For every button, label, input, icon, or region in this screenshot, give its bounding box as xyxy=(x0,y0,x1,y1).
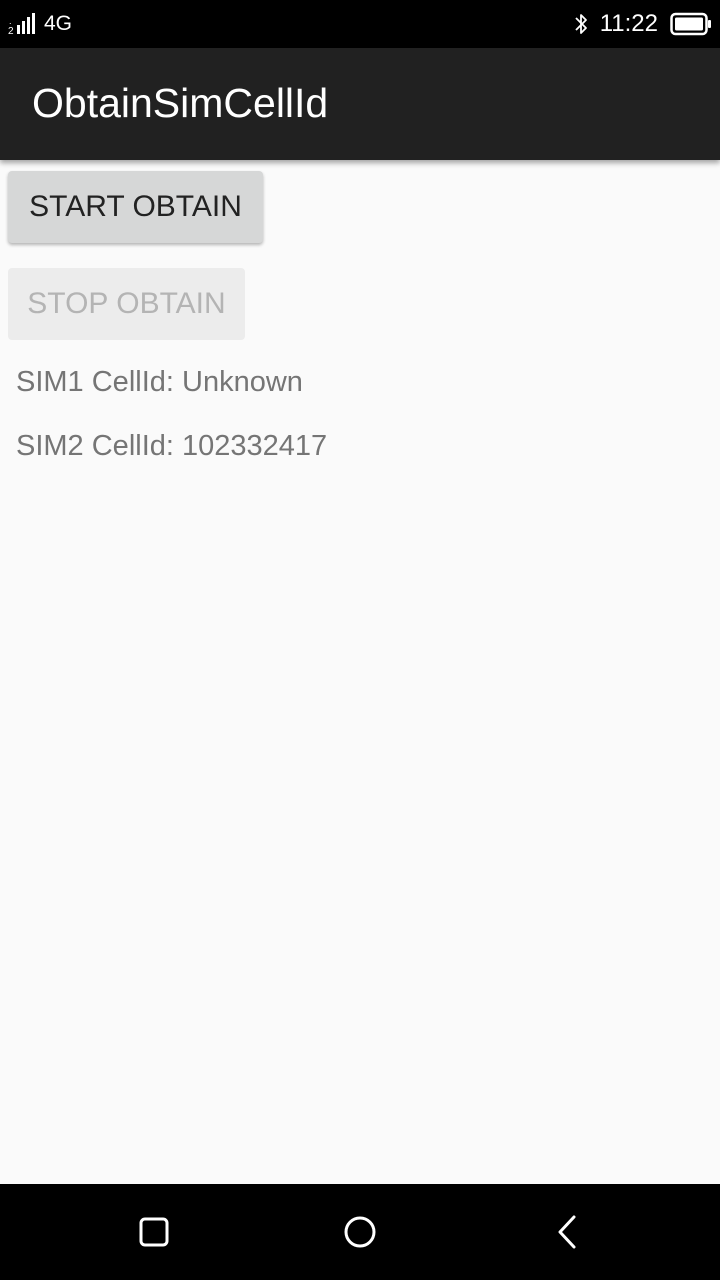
status-left: . 2 4G xyxy=(8,0,72,48)
app-bar: ObtainSimCellId xyxy=(0,48,720,160)
status-bar: . 2 4G 11:22 xyxy=(0,0,720,48)
battery-icon xyxy=(670,12,711,36)
network-type-label: 4G xyxy=(44,12,73,35)
navigation-bar xyxy=(0,1184,720,1280)
bluetooth-icon xyxy=(575,14,587,34)
home-icon[interactable] xyxy=(336,1208,384,1256)
start-obtain-button[interactable]: START OBTAIN xyxy=(8,171,263,243)
status-right: 11:22 xyxy=(572,0,712,48)
stop-obtain-button[interactable]: STOP OBTAIN xyxy=(8,268,245,340)
svg-text:.: . xyxy=(9,16,12,26)
sim2-cellid-text: SIM2 CellId: 102332417 xyxy=(16,430,328,462)
back-icon[interactable] xyxy=(542,1208,590,1256)
clock: 11:22 xyxy=(599,10,658,37)
signal-icon: . 2 xyxy=(8,13,35,36)
app-title: ObtainSimCellId xyxy=(32,80,329,126)
recents-icon[interactable] xyxy=(130,1208,178,1256)
sim-slot-label: 2 xyxy=(8,26,14,36)
sim1-cellid-text: SIM1 CellId: Unknown xyxy=(16,366,303,398)
